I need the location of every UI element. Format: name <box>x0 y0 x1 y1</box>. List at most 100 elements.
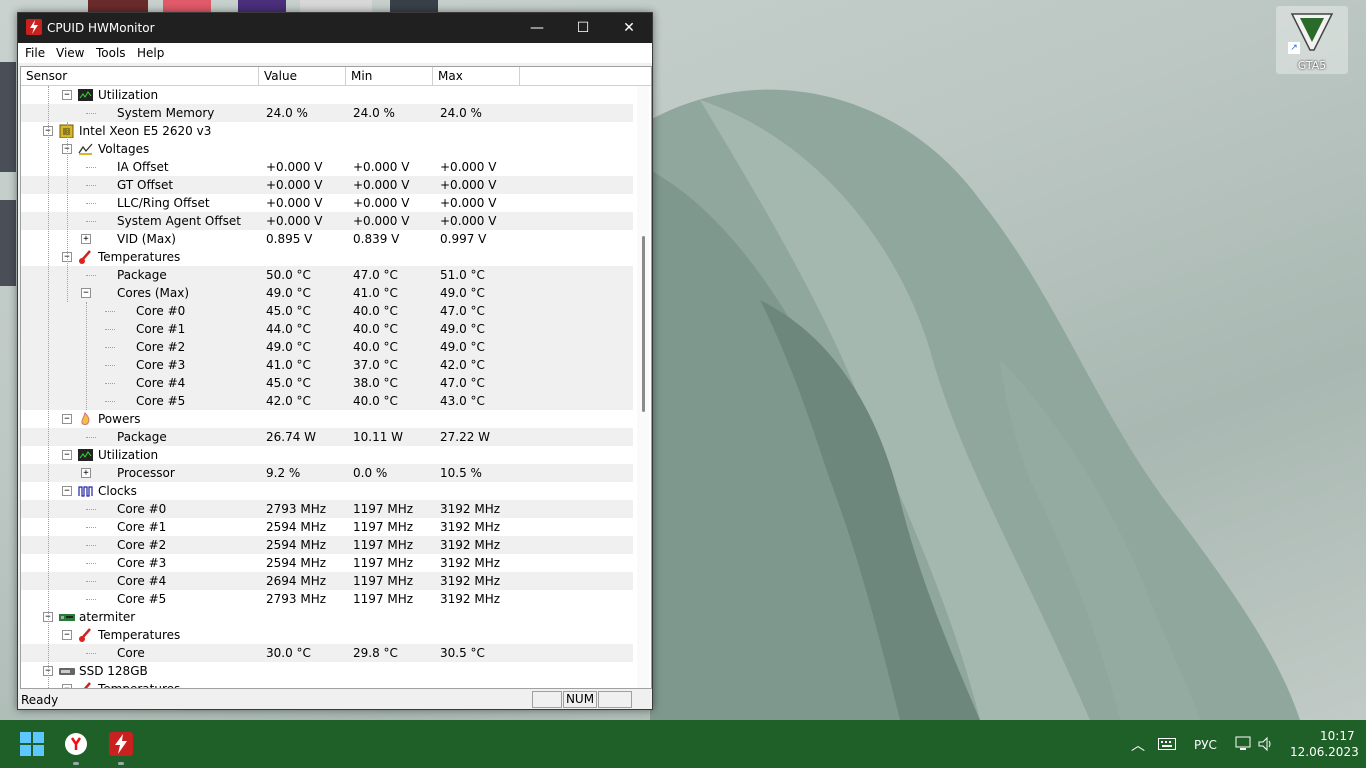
sensor-row[interactable]: Core #3 2594 MHz 1197 MHz 3192 MHz <box>21 554 633 572</box>
sensor-value: 45.0 °C <box>266 304 311 318</box>
network-icon[interactable] <box>1234 736 1252 752</box>
sensor-min: 10.11 W <box>353 430 404 444</box>
sensor-row[interactable]: + VID (Max) 0.895 V 0.839 V 0.997 V <box>21 230 633 248</box>
sensor-row[interactable]: Core #3 41.0 °C 37.0 °C 42.0 °C <box>21 356 633 374</box>
expand-toggle[interactable]: + <box>81 234 91 244</box>
sensor-group-row[interactable]: −Temperatures <box>21 680 633 688</box>
sensor-row[interactable]: Package 26.74 W 10.11 W 27.22 W <box>21 428 633 446</box>
sensor-row[interactable]: Core #5 42.0 °C 40.0 °C 43.0 °C <box>21 392 633 410</box>
sensor-group-row[interactable]: − Voltages <box>21 140 633 158</box>
tree-connector <box>86 185 96 186</box>
column-value[interactable]: Value <box>259 67 346 85</box>
sensor-row[interactable]: Core #2 2594 MHz 1197 MHz 3192 MHz <box>21 536 633 554</box>
sensor-min: 1197 MHz <box>353 556 414 570</box>
sensor-label: Utilization <box>98 448 159 462</box>
column-max[interactable]: Max <box>433 67 520 85</box>
background-window-edge <box>0 62 16 172</box>
sensor-min: 0.839 V <box>353 232 400 246</box>
sensor-min: 47.0 °C <box>353 268 398 282</box>
show-hidden-icons-chevron-icon[interactable]: ︿ <box>1131 735 1145 755</box>
menu-file[interactable]: File <box>25 46 45 60</box>
sensor-label: Processor <box>117 466 175 480</box>
sensor-value: 9.2 % <box>266 466 301 480</box>
menu-view[interactable]: View <box>56 46 84 60</box>
sensor-min: 1197 MHz <box>353 502 414 516</box>
vertical-scrollbar[interactable] <box>637 86 649 688</box>
sensor-row[interactable]: Core #5 2793 MHz 1197 MHz 3192 MHz <box>21 590 633 608</box>
collapse-toggle[interactable]: − <box>62 414 72 424</box>
sensor-row[interactable]: Core #1 44.0 °C 40.0 °C 49.0 °C <box>21 320 633 338</box>
language-indicator[interactable]: РУС <box>1194 738 1217 752</box>
sensor-row[interactable]: − Cores (Max) 49.0 °C 41.0 °C 49.0 °C <box>21 284 633 302</box>
volume-icon[interactable] <box>1258 736 1274 752</box>
sensor-label: Core #0 <box>117 502 167 516</box>
voltage-icon <box>78 143 93 155</box>
clock-time[interactable]: 10:17 <box>1320 729 1355 743</box>
sensor-row[interactable]: System Memory 24.0 % 24.0 % 24.0 % <box>21 104 633 122</box>
menu-help[interactable]: Help <box>137 46 164 60</box>
collapse-toggle[interactable]: − <box>62 630 72 640</box>
sensor-label: Core #5 <box>117 592 167 606</box>
sensor-row[interactable]: LLC/Ring Offset +0.000 V +0.000 V +0.000 V <box>21 194 633 212</box>
sensor-row[interactable]: GT Offset +0.000 V +0.000 V +0.000 V <box>21 176 633 194</box>
sensor-row[interactable]: Core #2 49.0 °C 40.0 °C 49.0 °C <box>21 338 633 356</box>
hwmonitor-window: CPUID HWMonitor — ☐ ✕ File View Tools He… <box>17 12 653 710</box>
sensor-group-row[interactable]: − Utilization <box>21 446 633 464</box>
sensor-row[interactable]: Core 30.0 °C 29.8 °C 30.5 °C <box>21 644 633 662</box>
tree-connector <box>86 653 96 654</box>
sensor-row[interactable]: Core #4 2694 MHz 1197 MHz 3192 MHz <box>21 572 633 590</box>
sensor-row[interactable]: Package 50.0 °C 47.0 °C 51.0 °C <box>21 266 633 284</box>
desktop-shortcut-gta5[interactable]: ↗ GTA5 <box>1276 6 1348 74</box>
close-button[interactable]: ✕ <box>606 13 652 43</box>
sensor-group-row[interactable]: − Powers <box>21 410 633 428</box>
collapse-toggle[interactable]: − <box>62 486 72 496</box>
tree-connector <box>86 527 96 528</box>
collapse-toggle[interactable]: − <box>62 450 72 460</box>
sensor-max: 42.0 °C <box>440 358 485 372</box>
sensor-min: 29.8 °C <box>353 646 398 660</box>
sensor-value: 41.0 °C <box>266 358 311 372</box>
title-bar[interactable]: CPUID HWMonitor — ☐ ✕ <box>18 13 652 43</box>
sensor-group-row[interactable]: − SSD 128GB <box>21 662 633 680</box>
sensor-row[interactable]: IA Offset +0.000 V +0.000 V +0.000 V <box>21 158 633 176</box>
drive-icon <box>59 668 75 675</box>
sensor-label: VID (Max) <box>117 232 176 246</box>
menu-tools[interactable]: Tools <box>96 46 126 60</box>
keyboard-icon[interactable] <box>1158 738 1176 750</box>
collapse-toggle[interactable]: − <box>81 288 91 298</box>
sensor-group-row[interactable]: − atermiter <box>21 608 633 626</box>
sensor-row[interactable]: Core #4 45.0 °C 38.0 °C 47.0 °C <box>21 374 633 392</box>
sensor-label: Clocks <box>98 484 137 498</box>
sensor-group-row[interactable]: −Temperatures <box>21 248 633 266</box>
sensor-min: 40.0 °C <box>353 394 398 408</box>
running-indicator <box>73 762 79 765</box>
sensor-group-row[interactable]: − Intel Xeon E5 2620 v3 <box>21 122 633 140</box>
clock-date[interactable]: 12.06.2023 <box>1290 745 1359 759</box>
sensor-row[interactable]: Core #0 45.0 °C 40.0 °C 47.0 °C <box>21 302 633 320</box>
sensor-label: Core #5 <box>136 394 186 408</box>
scrollbar-thumb[interactable] <box>642 236 645 412</box>
yandex-browser-icon[interactable] <box>64 732 88 756</box>
sensor-group-row[interactable]: −Temperatures <box>21 626 633 644</box>
expand-toggle[interactable]: + <box>81 468 91 478</box>
sensor-rows: − Utilization System Memory 24.0 % 24.0 % 24.… <box>21 86 635 688</box>
sensor-label: Core #2 <box>117 538 167 552</box>
sensor-min: 37.0 °C <box>353 358 398 372</box>
column-sensor[interactable]: Sensor <box>21 67 259 85</box>
maximize-button[interactable]: ☐ <box>560 13 606 43</box>
windows-start-icon[interactable] <box>20 732 44 756</box>
sensor-value: 2594 MHz <box>266 556 327 570</box>
sensor-row[interactable]: Core #0 2793 MHz 1197 MHz 3192 MHz <box>21 500 633 518</box>
column-min[interactable]: Min <box>346 67 433 85</box>
sensor-group-row[interactable]: − Clocks <box>21 482 633 500</box>
sensor-label: LLC/Ring Offset <box>117 196 210 210</box>
collapse-toggle[interactable]: − <box>62 90 72 100</box>
sensor-group-row[interactable]: − Utilization <box>21 86 633 104</box>
hwmonitor-taskbar-icon[interactable] <box>109 732 133 756</box>
sensor-row[interactable]: + Processor 9.2 % 0.0 % 10.5 % <box>21 464 633 482</box>
sensor-row[interactable]: Core #1 2594 MHz 1197 MHz 3192 MHz <box>21 518 633 536</box>
sensor-row[interactable]: System Agent Offset +0.000 V +0.000 V +0.00… <box>21 212 633 230</box>
minimize-button[interactable]: — <box>514 13 560 43</box>
collapse-toggle[interactable]: − <box>62 684 72 688</box>
sensor-label: Core #1 <box>136 322 186 336</box>
